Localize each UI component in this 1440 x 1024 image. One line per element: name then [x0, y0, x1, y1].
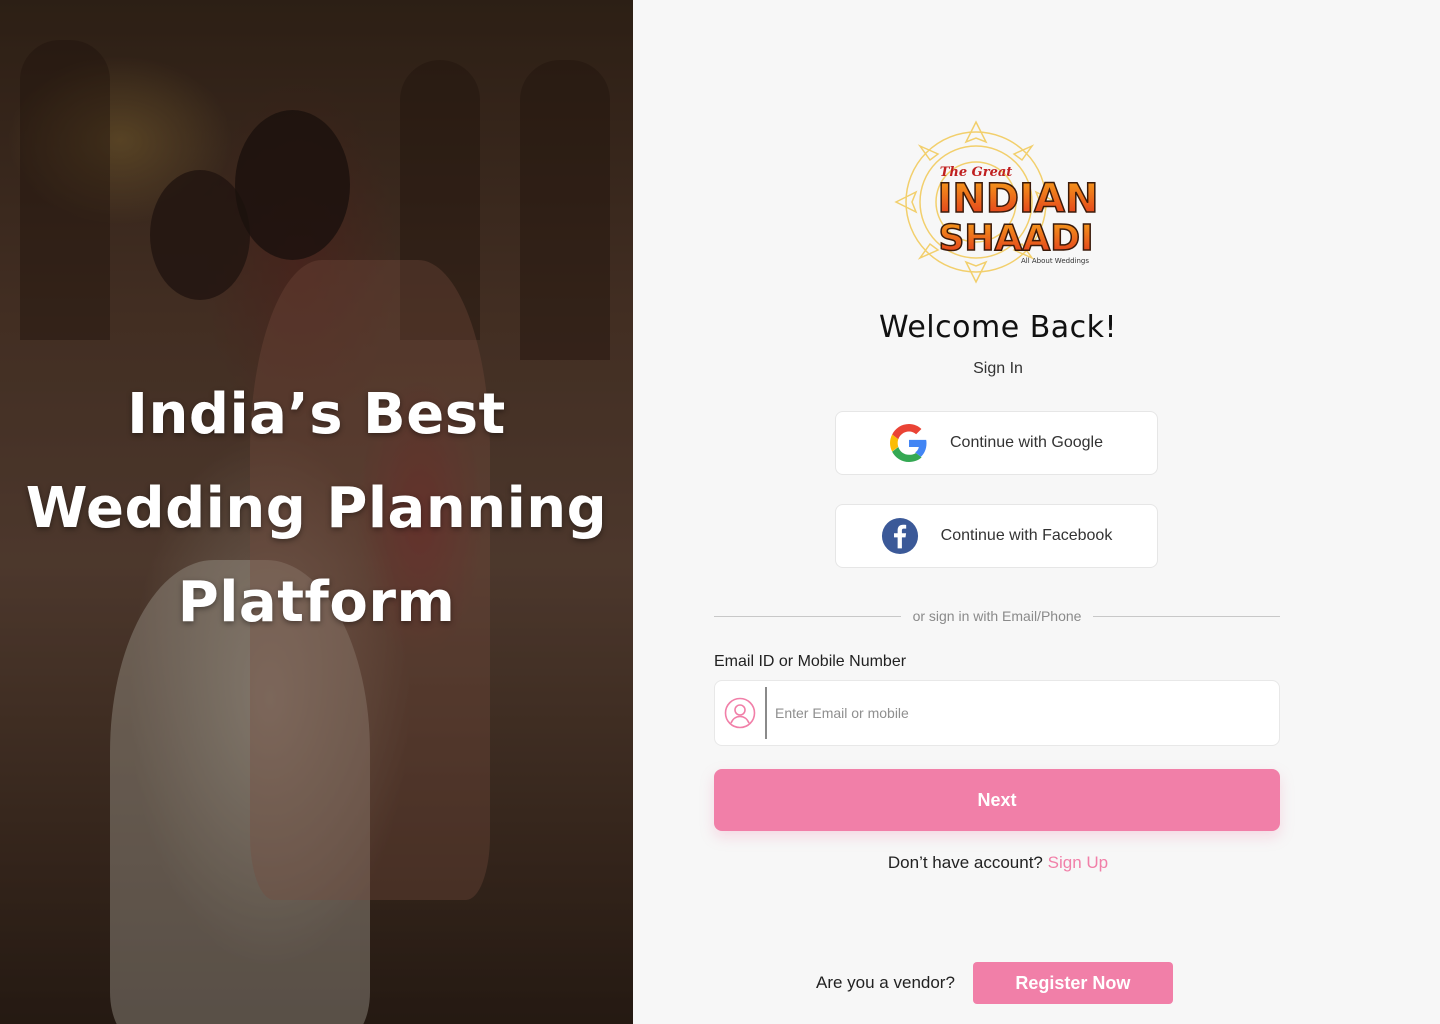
signup-link[interactable]: Sign Up [1048, 853, 1108, 872]
or-divider: or sign in with Email/Phone [714, 606, 1280, 626]
logo-line2: INDIAN [938, 176, 1099, 222]
vendor-question: Are you a vendor? [816, 973, 955, 992]
facebook-signin-button[interactable]: Continue with Facebook [835, 504, 1158, 568]
vendor-prompt: Are you a vendor? Register Now [816, 962, 1173, 1004]
email-field-container [714, 680, 1280, 746]
email-input[interactable] [767, 681, 1279, 745]
divider-line [1093, 615, 1280, 617]
brand-logo: The Great INDIAN SHAADI All About Weddin… [894, 120, 1099, 284]
google-signin-button[interactable]: Continue with Google [835, 411, 1158, 475]
logo-line3: SHAADI [938, 218, 1093, 259]
register-now-button[interactable]: Register Now [972, 962, 1173, 1004]
facebook-icon [881, 517, 918, 555]
user-icon [715, 681, 765, 745]
page-title: Welcome Back! [878, 310, 1118, 345]
google-button-label: Continue with Google [950, 434, 1103, 451]
facebook-button-label: Continue with Facebook [940, 527, 1113, 544]
divider-line [714, 615, 901, 617]
email-field-label: Email ID or Mobile Number [714, 653, 907, 670]
signup-prompt: Don’t have account? Sign Up [800, 853, 1196, 873]
no-account-text: Don’t have account? [887, 853, 1043, 872]
google-icon [890, 424, 927, 462]
hero-title-line: Wedding Planning [25, 476, 608, 541]
divider-text: or sign in with Email/Phone [912, 608, 1082, 624]
hero-image-panel: India’s Best Wedding Planning Platform [0, 0, 633, 1024]
page-subtitle: Sign In [973, 360, 1023, 377]
hero-title: India’s Best Wedding Planning Platform [0, 368, 633, 650]
hero-title-line: Platform [177, 570, 456, 635]
next-button[interactable]: Next [714, 769, 1280, 831]
logo-tagline: All About Weddings [1021, 257, 1089, 265]
hero-title-line: India’s Best [127, 382, 506, 447]
